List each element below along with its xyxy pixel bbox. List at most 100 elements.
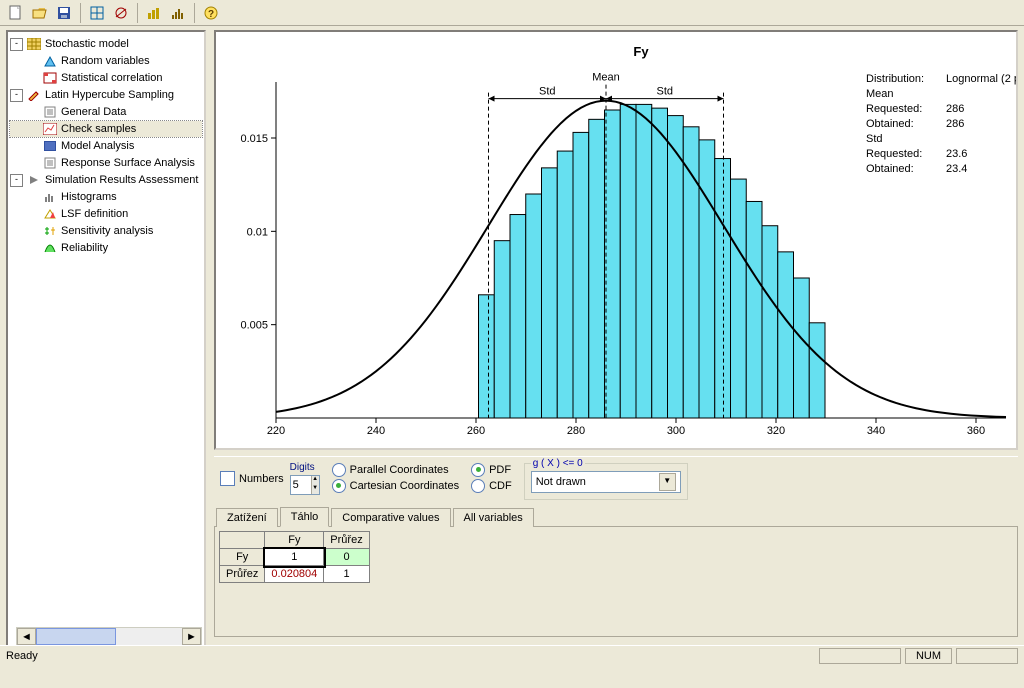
caret-icon [26,173,42,187]
svg-text:320: 320 [767,425,785,437]
tree-toggle-icon[interactable]: - [10,38,23,51]
tree-item[interactable]: Check samples [10,121,202,137]
tree-item[interactable]: Model Analysis [10,138,202,154]
table-header [220,532,265,549]
table-header: Průřez [324,532,369,549]
gx-dropdown[interactable]: Not drawn ▼ [531,471,681,493]
book-icon [42,139,58,153]
dropdown-arrow-icon[interactable]: ▼ [659,473,676,491]
main-toolbar: ? [0,0,1024,26]
tree-item[interactable]: Response Surface Analysis [10,155,202,171]
status-text: Ready [6,650,38,662]
spinner-down-icon[interactable]: ▼ [311,485,319,494]
bell-icon [42,241,58,255]
tab-táhlo[interactable]: Táhlo [280,507,330,527]
svg-text:Std: Std [866,133,883,145]
sheet-icon [42,156,58,170]
model-icon[interactable] [86,2,108,24]
tree-item-label: Model Analysis [61,140,134,152]
pdf-radio[interactable]: PDF [471,463,512,477]
horizontal-scrollbar[interactable]: ◄ ► [16,627,202,646]
svg-text:220: 220 [267,425,285,437]
tree-item-label: Check samples [61,123,136,135]
chart-panel: Fy2202402602803003203403600.0050.010.015… [214,30,1018,450]
svg-text:0.015: 0.015 [240,133,268,145]
svg-text:?: ? [208,9,214,20]
tree-item[interactable]: Random variables [10,53,202,69]
svg-text:Mean: Mean [866,88,894,100]
status-pane [956,648,1018,664]
svg-text:Lognormal (2 par: Lognormal (2 par [946,73,1016,85]
parallel-coordinates-radio[interactable]: Parallel Coordinates [332,463,459,477]
tree-item[interactable]: Statistical correlation [10,70,202,86]
tree-item[interactable]: -Latin Hypercube Sampling [10,87,202,103]
tree-item-label: LSF definition [61,208,128,220]
svg-text:0.01: 0.01 [247,226,268,238]
lsf-icon [42,207,58,221]
open-icon[interactable] [29,2,51,24]
spinner-up-icon[interactable]: ▲ [311,476,319,485]
scroll-left-icon[interactable]: ◄ [17,628,36,645]
tree-item-label: Reliability [61,242,108,254]
digits-input[interactable] [291,476,311,494]
tree-item[interactable]: General Data [10,104,202,120]
pencil-icon [26,88,42,102]
help-icon[interactable]: ? [200,2,222,24]
svg-text:23.6: 23.6 [946,148,967,160]
new-icon[interactable] [5,2,27,24]
tree-item[interactable]: LSF definition [10,206,202,222]
tree-toggle-icon[interactable]: - [10,89,23,102]
tree-item-label: Simulation Results Assessment [45,174,198,186]
svg-text:286: 286 [946,103,964,115]
matrix-icon [42,71,58,85]
sampling-icon[interactable] [110,2,132,24]
svg-text:Std: Std [539,86,556,98]
sheet-icon [42,105,58,119]
scrollbar-thumb[interactable] [36,628,116,645]
gx-legend: g ( X ) <= 0 [531,458,585,469]
results-icon[interactable] [143,2,165,24]
tree-item-label: Response Surface Analysis [61,157,195,169]
svg-text:Std: Std [656,86,673,98]
digits-label: Digits [290,462,320,473]
table-cell[interactable]: 1 [324,566,369,583]
table-header: Fy [265,532,324,549]
table-cell[interactable]: 1 [265,549,324,566]
tree-item-label: Histograms [61,191,117,203]
cdf-radio[interactable]: CDF [471,479,512,493]
table-cell[interactable]: 0.020804 [265,566,324,583]
table-cell[interactable]: 0 [324,549,369,566]
row-header: Fy [220,549,265,566]
table-row[interactable]: Fy10 [220,549,370,566]
tab-comparative-values[interactable]: Comparative values [331,508,450,527]
correlation-table[interactable]: FyPrůřezFy10Průřez0.0208041 [219,531,370,583]
tree-item[interactable]: - Stochastic model [10,36,202,52]
tree-item[interactable]: Histograms [10,189,202,205]
svg-text:240: 240 [367,425,385,437]
tree-item-label: Sensitivity analysis [61,225,153,237]
tree-item[interactable]: Sensitivity analysis [10,223,202,239]
svg-text:286: 286 [946,118,964,130]
svg-text:Mean: Mean [592,72,620,84]
analysis-icon[interactable] [167,2,189,24]
row-header: Průřez [220,566,265,583]
status-bar: Ready NUM [0,645,1024,666]
tab-zatížení[interactable]: Zatížení [216,508,278,527]
tree-item[interactable]: - Simulation Results Assessment [10,172,202,188]
tab-all-variables[interactable]: All variables [453,508,534,527]
numbers-checkbox[interactable]: Numbers [220,471,284,486]
svg-text:Distribution:: Distribution: [866,73,924,85]
grid-icon [26,37,42,51]
gx-fieldset: g ( X ) <= 0 Not drawn ▼ [524,458,688,500]
scroll-right-icon[interactable]: ► [182,628,201,645]
save-icon[interactable] [53,2,75,24]
navigation-tree-panel: - Stochastic model Random variablesStatist… [6,30,206,650]
svg-text:280: 280 [567,425,585,437]
tree-toggle-icon[interactable]: - [10,174,23,187]
digits-spinner[interactable]: ▲▼ [290,475,320,495]
status-pane [819,648,901,664]
tree-item-label: Stochastic model [45,38,129,50]
table-row[interactable]: Průřez0.0208041 [220,566,370,583]
cartesian-coordinates-radio[interactable]: Cartesian Coordinates [332,479,459,493]
tree-item[interactable]: Reliability [10,240,202,256]
